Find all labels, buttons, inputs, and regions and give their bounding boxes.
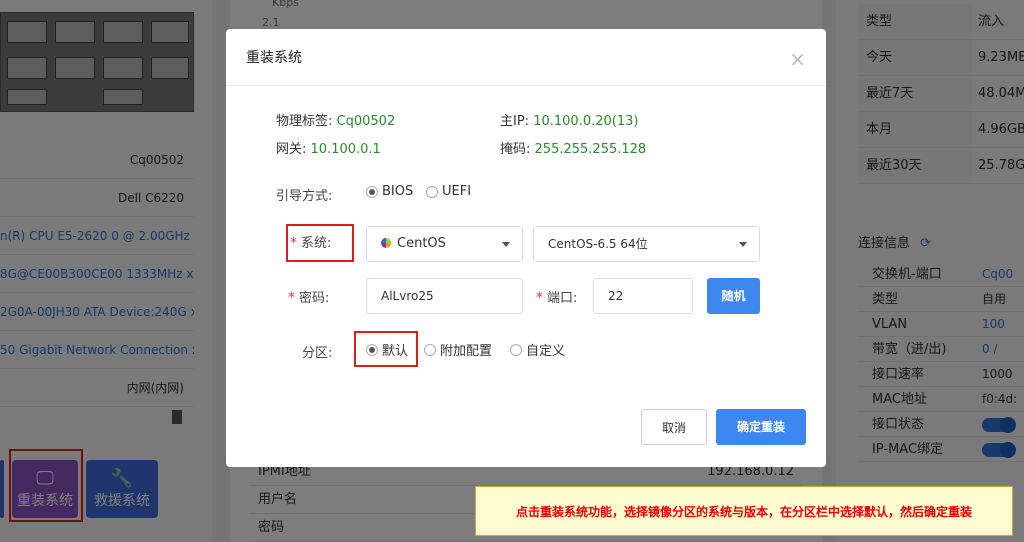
cancel-button[interactable]: 取消 <box>641 409 707 445</box>
close-icon[interactable]: × <box>789 47 806 71</box>
password-input[interactable]: AlLvro25 <box>366 278 523 314</box>
centos-logo-icon <box>381 238 391 248</box>
chevron-down-icon <box>739 242 747 247</box>
os-version-select[interactable]: CentOS-6.5 64位 <box>533 226 760 262</box>
boot-uefi-radio[interactable]: UEFI <box>426 184 471 199</box>
port-label: * 端口: <box>536 290 578 306</box>
partition-extra-radio[interactable]: 附加配置 <box>424 340 492 359</box>
gateway-info: 网关: 10.100.0.1 <box>276 142 381 157</box>
reinstall-dialog: 重装系统 × 物理标签: Cq00502 主IP: 10.100.0.20(13… <box>226 29 826 467</box>
random-button[interactable]: 随机 <box>707 278 760 314</box>
dialog-title: 重装系统 <box>246 50 302 66</box>
physical-tag-info: 物理标签: Cq00502 <box>276 114 396 129</box>
divider <box>226 85 826 86</box>
confirm-reinstall-button[interactable]: 确定重装 <box>716 409 806 445</box>
chevron-down-icon <box>502 242 510 247</box>
password-label: * 密码: <box>288 290 330 306</box>
partition-custom-radio[interactable]: 自定义 <box>510 340 565 359</box>
os-family-select[interactable]: CentOS <box>366 226 523 262</box>
highlight-partition-default <box>354 331 418 367</box>
partition-label: 分区: <box>302 346 333 361</box>
main-ip-info: 主IP: 10.100.0.20(13) <box>500 114 639 129</box>
instruction-tip: 点击重装系统功能，选择镜像分区的系统与版本，在分区栏中选择默认，然后确定重装 <box>475 486 1013 536</box>
boot-bios-radio[interactable]: BIOS <box>366 184 413 199</box>
mask-info: 掩码: 255.255.255.128 <box>500 142 647 157</box>
port-input[interactable]: 22 <box>593 278 693 314</box>
boot-mode-label: 引导方式: <box>276 189 333 204</box>
highlight-system-label <box>286 224 354 262</box>
